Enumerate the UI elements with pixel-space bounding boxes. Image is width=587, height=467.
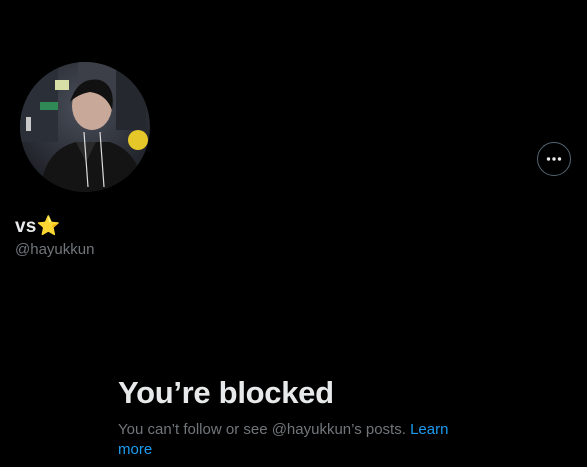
- avatar[interactable]: [18, 60, 152, 194]
- blocked-description-text: You can’t follow or see @hayukkun’s post…: [118, 421, 406, 438]
- profile-handle: @hayukkun: [15, 241, 95, 258]
- avatar-photo: [20, 62, 150, 192]
- blocked-title: You’re blocked: [118, 375, 334, 410]
- profile-display-name: vs⭐: [15, 216, 61, 237]
- more-options-button[interactable]: [537, 142, 571, 176]
- more-horizontal-icon: [546, 157, 562, 161]
- blocked-description: You can’t follow or see @hayukkun’s post…: [118, 420, 478, 460]
